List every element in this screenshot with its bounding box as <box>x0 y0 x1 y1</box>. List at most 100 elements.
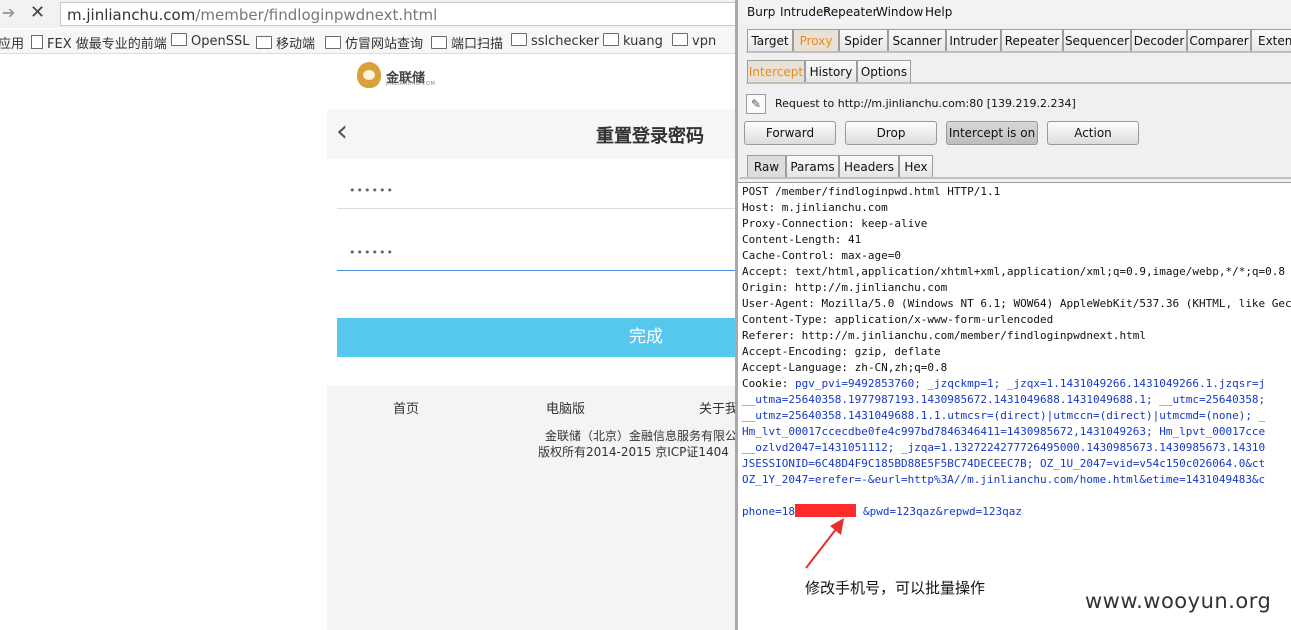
header-line: Content-Length: 41 <box>742 233 862 246</box>
bookmark-label: sslchecker <box>531 34 600 49</box>
logo-mascot-icon <box>357 62 381 88</box>
bookmark-mobile[interactable]: 移动端 <box>256 33 315 52</box>
header-line: Cache-Control: max-age=0 <box>742 249 901 262</box>
password-mask: •••••• <box>349 184 394 197</box>
url-domain: m.jinlianchu.com <box>67 6 196 24</box>
cookie-line: Hm_lvt_00017ccecdbe0fe4c997bd7846346411=… <box>742 425 1266 438</box>
bookmark-label: kuang <box>623 34 663 49</box>
folder-icon <box>431 36 447 49</box>
tab-history[interactable]: History <box>805 60 857 82</box>
header-line: Accept: text/html,application/xhtml+xml,… <box>742 265 1286 278</box>
tab-options[interactable]: Options <box>857 60 911 82</box>
tab-sequencer[interactable]: Sequencer <box>1063 29 1131 51</box>
bookmarks-bar: 应用 FEX 做最专业的前端 OpenSSL 移动端 仿冒网站查询 端口扫描 s… <box>0 29 735 54</box>
cookie-line: JSESSIONID=6C48D4F9C185BD88E5F5BC74DECEE… <box>742 457 1266 470</box>
url-input[interactable]: m.jinlianchu.com/member/findloginpwdnext… <box>60 2 735 26</box>
tab-divider <box>746 82 1291 84</box>
bookmark-kuang[interactable]: kuang <box>603 33 663 49</box>
menu-burp[interactable]: Burp <box>747 5 775 19</box>
folder-icon <box>325 36 341 49</box>
bookmark-sslchecker[interactable]: sslchecker <box>511 33 599 49</box>
confirm-password-field[interactable]: •••••• <box>337 234 735 271</box>
stop-loading-icon[interactable]: ✕ <box>30 2 45 23</box>
page-icon <box>31 35 43 49</box>
tab-intruder[interactable]: Intruder <box>946 29 1001 51</box>
bookmark-openssl[interactable]: OpenSSL <box>171 33 249 49</box>
bookmark-portscan[interactable]: 端口扫描 <box>431 33 503 52</box>
folder-icon <box>603 33 619 46</box>
menu-window[interactable]: Window <box>876 5 923 19</box>
menu-help[interactable]: Help <box>925 5 952 19</box>
cookie-line: OZ_1Y_2047=erefer=-&eurl=http%3A//m.jinl… <box>742 473 1266 486</box>
intercept-toggle-button[interactable]: Intercept is on <box>946 121 1038 145</box>
bookmark-vpn[interactable]: vpn <box>672 33 716 49</box>
header-line: Referer: http://m.jinlianchu.com/member/… <box>742 329 1146 342</box>
password-mask: •••••• <box>349 246 394 259</box>
watermark: www.wooyun.org <box>1085 589 1272 613</box>
cookie-label: Cookie: <box>742 377 795 390</box>
drop-button[interactable]: Drop <box>845 121 937 145</box>
body-suffix: &pwd=123qaz&repwd=123qaz <box>863 505 1022 518</box>
header-line: Host: m.jinlianchu.com <box>742 201 888 214</box>
footer-link-about[interactable]: 关于我 <box>699 398 735 417</box>
body-prefix: phone=18 <box>742 505 795 518</box>
tab-scanner[interactable]: Scanner <box>888 29 946 51</box>
tab-divider <box>740 177 1291 179</box>
browser-window: ➔ ✕ m.jinlianchu.com/member/findloginpwd… <box>0 0 735 630</box>
annotation-arrow-icon <box>805 518 844 569</box>
folder-icon <box>256 36 272 49</box>
tab-repeater[interactable]: Repeater <box>1001 29 1063 51</box>
tab-params[interactable]: Params <box>786 155 839 177</box>
folder-icon <box>511 33 527 46</box>
page-footer <box>327 386 735 630</box>
tab-spider[interactable]: Spider <box>839 29 888 51</box>
header-line: Accept-Language: zh-CN,zh;q=0.8 <box>742 361 948 374</box>
footer-copyright: 版权所有2014-2015 京ICP证1404 <box>538 445 729 459</box>
submit-button[interactable]: 完成 <box>337 318 735 357</box>
header-line: Proxy-Connection: keep-alive <box>742 217 928 230</box>
action-button[interactable]: Action <box>1047 121 1139 145</box>
folder-icon <box>672 33 688 46</box>
tab-raw[interactable]: Raw <box>747 155 786 177</box>
new-password-field[interactable]: •••••• <box>337 172 735 209</box>
url-path: /member/findloginpwdnext.html <box>195 6 438 24</box>
footer-link-desktop[interactable]: 电脑版 <box>546 398 585 417</box>
cookie-line: __utma=25640358.1977987193.1430985672.14… <box>742 393 1266 406</box>
request-target: Request to http://m.jinlianchu.com:80 [1… <box>775 97 1076 110</box>
header-line: Origin: http://m.jinlianchu.com <box>742 281 948 294</box>
bookmark-phishing[interactable]: 仿冒网站查询 <box>325 33 423 52</box>
header-line: Content-Type: application/x-www-form-url… <box>742 313 1054 326</box>
header-line: Accept-Encoding: gzip, deflate <box>742 345 941 358</box>
menu-intruder[interactable]: Intruder <box>780 5 828 19</box>
forward-arrow-icon[interactable]: ➔ <box>2 3 15 22</box>
bookmark-fex[interactable]: FEX 做最专业的前端 <box>31 33 167 52</box>
tab-intercept[interactable]: Intercept <box>747 60 805 82</box>
tab-headers[interactable]: Headers <box>839 155 899 177</box>
bookmark-label: 移动端 <box>276 37 316 52</box>
tab-decoder[interactable]: Decoder <box>1131 29 1187 51</box>
tab-comparer[interactable]: Comparer <box>1187 29 1251 51</box>
submit-label: 完成 <box>629 327 663 347</box>
menu-repeater[interactable]: Repeater <box>823 5 878 19</box>
tab-target[interactable]: Target <box>747 29 793 51</box>
bookmark-label: vpn <box>692 34 717 49</box>
back-chevron-icon[interactable]: ‹ <box>336 114 348 150</box>
tab-extender[interactable]: Extender <box>1251 29 1291 51</box>
tab-hex[interactable]: Hex <box>899 155 933 177</box>
cookie-line: __utmz=25640358.1431049688.1.1.utmcsr=(d… <box>742 409 1266 422</box>
edit-pencil-icon[interactable]: ✎ <box>746 94 766 114</box>
cookie-value: pgv_pvi=9492853760; _jzqckmp=1; _jzqx=1.… <box>794 377 1266 390</box>
bookmark-label: 端口扫描 <box>451 37 504 52</box>
bookmark-apps[interactable]: 应用 <box>0 33 24 52</box>
bookmark-label: OpenSSL <box>191 34 250 49</box>
forward-button[interactable]: Forward <box>744 121 836 145</box>
bookmark-label: FEX 做最专业的前端 <box>47 37 167 52</box>
menu-bar: Burp Intruder Repeater Window Help <box>738 0 1291 24</box>
url-text: m.jinlianchu.com/member/findloginpwdnext… <box>67 6 437 24</box>
page-title: 重置登录密码 <box>596 126 704 147</box>
request-line: POST /member/findloginpwd.html HTTP/1.1 <box>742 185 1001 198</box>
header-line: User-Agent: Mozilla/5.0 (Windows NT 6.1;… <box>742 297 1291 310</box>
folder-icon <box>171 33 187 46</box>
tab-proxy[interactable]: Proxy <box>793 29 839 51</box>
footer-link-home[interactable]: 首页 <box>393 398 419 417</box>
